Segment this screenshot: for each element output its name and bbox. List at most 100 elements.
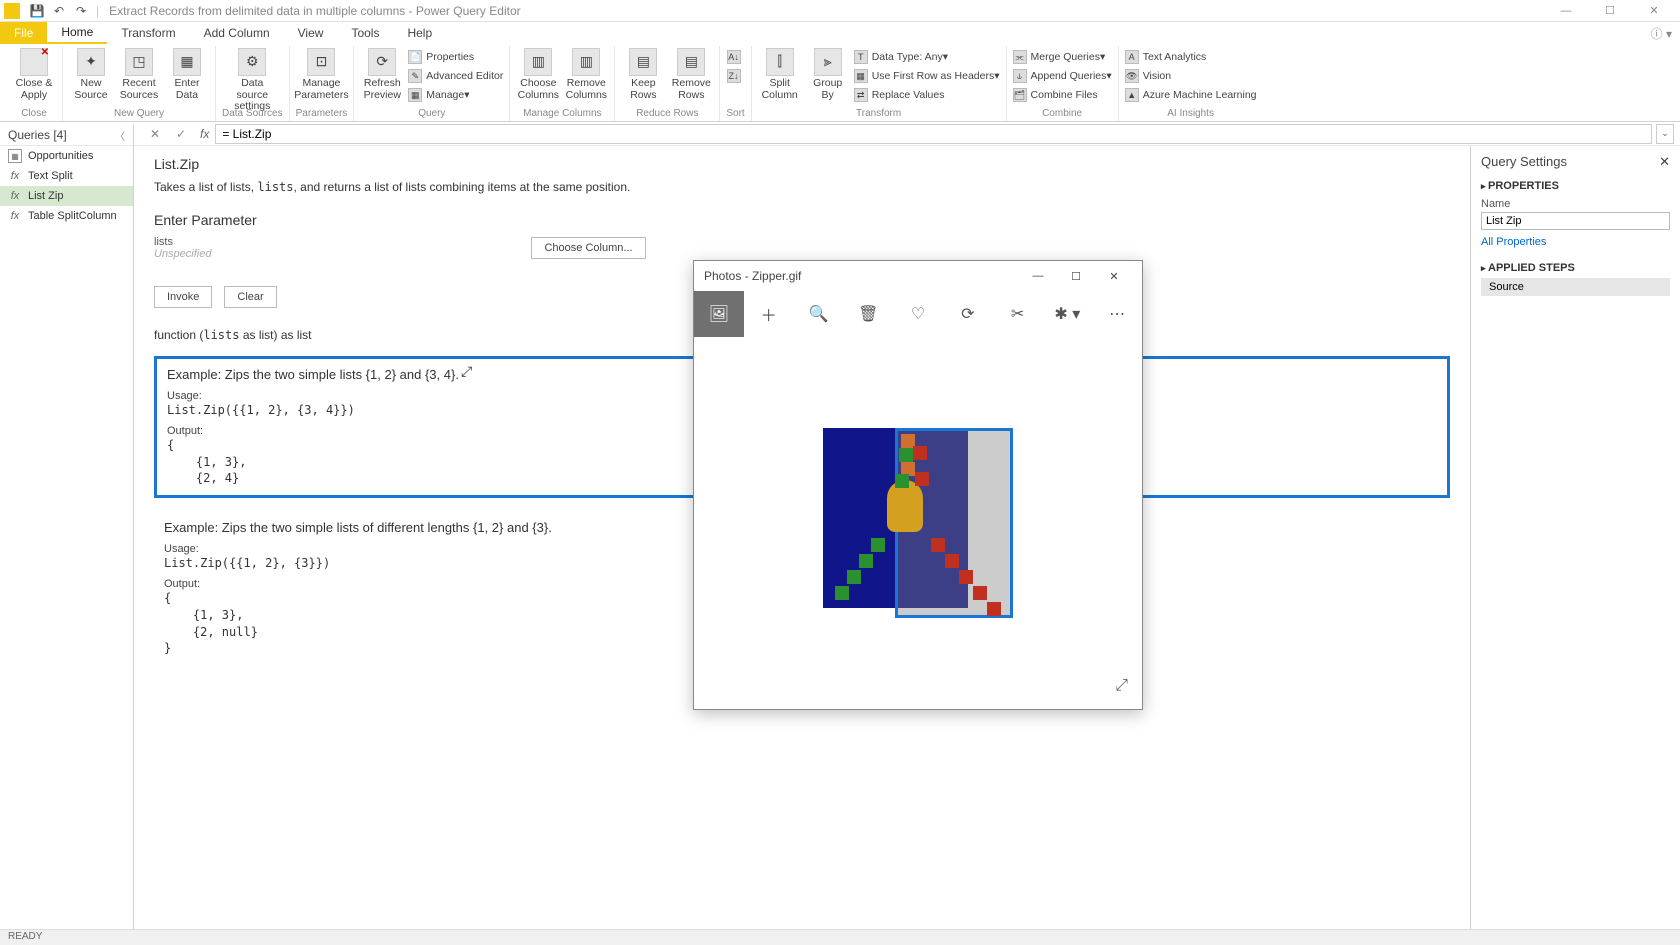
photos-minimize-button[interactable]: — (1020, 262, 1056, 290)
split-column-button[interactable]: ⫿Split Column (758, 46, 802, 101)
tab-add-column[interactable]: Add Column (190, 22, 284, 44)
photos-more-button[interactable]: ⋯ (1092, 291, 1142, 337)
azure-ml-button[interactable]: ▲Azure Machine Learning (1125, 86, 1257, 104)
status-ready: READY (8, 931, 42, 942)
new-source-label: New Source (74, 78, 107, 101)
maximize-button[interactable]: ☐ (1588, 1, 1632, 21)
tab-file[interactable]: File (0, 22, 47, 44)
photos-delete-button[interactable]: 🗑 (843, 291, 893, 337)
combine-files-button[interactable]: 🗂Combine Files (1013, 86, 1112, 104)
refresh-preview-button[interactable]: ⟳Refresh Preview (360, 46, 404, 101)
choose-columns-button[interactable]: ▥Choose Columns (516, 46, 560, 101)
formula-commit-button[interactable]: ✓ (168, 123, 194, 145)
queries-collapse-icon[interactable]: 〈 (115, 128, 125, 143)
combine-files-icon: 🗂 (1013, 88, 1027, 102)
properties-section-header[interactable]: PROPERTIES (1481, 180, 1670, 192)
manage-parameters-button[interactable]: ⊡Manage Parameters (299, 46, 343, 101)
split-column-icon: ⫿ (766, 48, 794, 76)
query-label: Opportunities (28, 150, 93, 162)
tab-help[interactable]: Help (393, 22, 446, 44)
manage-button[interactable]: ▦Manage ▾ (408, 86, 503, 104)
data-type-button[interactable]: TData Type: Any ▾ (854, 48, 1000, 66)
advanced-editor-button[interactable]: ✎Advanced Editor (408, 67, 503, 85)
query-item-text-split[interactable]: fxText Split (0, 166, 133, 186)
applied-steps-header[interactable]: APPLIED STEPS (1481, 262, 1670, 274)
minimize-button[interactable]: — (1544, 1, 1588, 21)
photos-edit-button[interactable]: ✱ ▾ (1042, 291, 1092, 337)
replace-label: Replace Values (872, 89, 945, 101)
formula-cancel-button[interactable]: ✕ (142, 123, 168, 145)
photos-rotate-button[interactable]: ⟳ (943, 291, 993, 337)
ribbon-group-close: Close & Apply Close (6, 46, 63, 121)
close-button[interactable]: ✕ (1632, 1, 1676, 21)
formula-input[interactable] (215, 124, 1652, 144)
remove-columns-button[interactable]: ▥Remove Columns (564, 46, 608, 101)
close-apply-button[interactable]: Close & Apply (12, 46, 56, 101)
formula-expand-button[interactable]: ⌄ (1656, 124, 1674, 144)
group-label-manage-columns: Manage Columns (523, 108, 601, 119)
groupby-label: Group By (813, 78, 842, 101)
append-queries-button[interactable]: ⫝Append Queries ▾ (1013, 67, 1112, 85)
enter-data-button[interactable]: ▦Enter Data (165, 46, 209, 101)
tab-view[interactable]: View (284, 22, 338, 44)
vision-button[interactable]: 👁Vision (1125, 67, 1257, 85)
photos-window[interactable]: Photos - Zipper.gif — ☐ ✕ 🖼 ＋ 🔍 🗑 ♡ ⟳ ✂ … (693, 260, 1143, 710)
properties-button[interactable]: 📄Properties (408, 48, 503, 66)
first-row-headers-button[interactable]: ▦Use First Row as Headers ▾ (854, 67, 1000, 85)
append-icon: ⫝ (1013, 69, 1027, 83)
qat-undo-icon[interactable]: ↶ (51, 3, 67, 19)
refresh-label: Refresh Preview (364, 78, 401, 101)
parameter-row: lists Unspecified Choose Column... (154, 236, 1450, 260)
query-item-opportunities[interactable]: ▦Opportunities (0, 146, 133, 166)
param-unspecified: Unspecified (154, 248, 211, 260)
photos-add-button[interactable]: ＋ (744, 291, 794, 337)
qat-redo-icon[interactable]: ↷ (73, 3, 89, 19)
photos-view-button[interactable]: 🖼 (694, 291, 744, 337)
photos-favorite-button[interactable]: ♡ (893, 291, 943, 337)
properties-icon: 📄 (408, 50, 422, 64)
keep-rows-icon: ▤ (629, 48, 657, 76)
invoke-button[interactable]: Invoke (154, 286, 212, 308)
step-source[interactable]: Source (1481, 278, 1670, 296)
photos-maximize-button[interactable]: ☐ (1058, 262, 1094, 290)
choose-columns-icon: ▥ (524, 48, 552, 76)
ribbon-help-icon[interactable]: ⓘ ▾ (1651, 22, 1680, 44)
tab-tools[interactable]: Tools (337, 22, 393, 44)
keep-rows-button[interactable]: ▤Keep Rows (621, 46, 665, 101)
param-name: lists (154, 236, 211, 248)
photos-expand-icon[interactable]: ⤢ (1115, 677, 1128, 695)
remove-rows-button[interactable]: ▤Remove Rows (669, 46, 713, 101)
tab-home[interactable]: Home (47, 22, 107, 44)
photos-close-button[interactable]: ✕ (1096, 262, 1132, 290)
photos-titlebar[interactable]: Photos - Zipper.gif — ☐ ✕ (694, 261, 1142, 291)
merge-queries-button[interactable]: ⫘Merge Queries ▾ (1013, 48, 1112, 66)
data-source-settings-button[interactable]: ⚙Data source settings (230, 46, 274, 113)
all-properties-link[interactable]: All Properties (1481, 236, 1670, 248)
query-item-list-zip[interactable]: fxList Zip (0, 186, 133, 206)
firstrow-label: Use First Row as Headers (872, 70, 995, 82)
new-source-button[interactable]: ✦New Source (69, 46, 113, 101)
app-icon (4, 3, 20, 19)
query-item-table-splitcolumn[interactable]: fxTable SplitColumn (0, 206, 133, 226)
zipper-tooth (973, 586, 987, 600)
group-label-data-sources: Data Sources (222, 108, 283, 119)
sort-desc-button[interactable]: Z↓ (727, 67, 745, 85)
name-input[interactable] (1481, 212, 1670, 230)
photos-zoom-button[interactable]: 🔍 (794, 291, 844, 337)
group-label-close: Close (21, 108, 47, 119)
group-by-button[interactable]: ⫸Group By (806, 46, 850, 101)
desc-code: lists (257, 180, 293, 194)
sort-asc-button[interactable]: A↓ (727, 48, 745, 66)
tab-transform[interactable]: Transform (107, 22, 189, 44)
photos-crop-button[interactable]: ✂ (993, 291, 1043, 337)
qat-save-icon[interactable]: 💾 (29, 3, 45, 19)
settings-close-icon[interactable]: ✕ (1659, 154, 1670, 170)
group-label-new-query: New Query (114, 108, 164, 119)
recent-sources-button[interactable]: ◳Recent Sources (117, 46, 161, 101)
choose-column-button[interactable]: Choose Column... (531, 237, 645, 259)
text-analytics-button[interactable]: AText Analytics (1125, 48, 1257, 66)
remove-columns-icon: ▥ (572, 48, 600, 76)
clear-button[interactable]: Clear (224, 286, 276, 308)
replace-values-button[interactable]: ⇄Replace Values (854, 86, 1000, 104)
ribbon-group-parameters: ⊡Manage Parameters Parameters (290, 46, 355, 121)
